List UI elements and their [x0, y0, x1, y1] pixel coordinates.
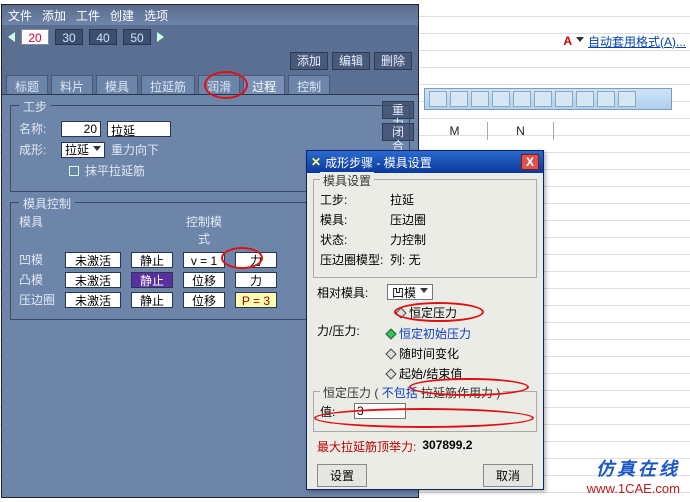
- form-label: 成形:: [19, 141, 55, 158]
- const-pressure-legend: 恒定压力 ( 不包括 拉延筋作用力 ): [320, 384, 503, 401]
- relative-mold-dropdown[interactable]: 凹模: [387, 284, 433, 300]
- ribbon-toolbar: [424, 88, 672, 110]
- dialog-button-row: 设置 取消: [307, 458, 543, 493]
- prev-icon[interactable]: [8, 32, 15, 42]
- ribbon-fragment: A 自动套用格式(A)...: [563, 30, 686, 52]
- gravity-down-label: 重力向下: [111, 141, 159, 158]
- next-icon[interactable]: [157, 32, 164, 42]
- menu-create[interactable]: 创建: [110, 7, 134, 23]
- name-number[interactable]: 20: [61, 121, 101, 137]
- add-button[interactable]: 添加: [290, 52, 328, 70]
- tool-icon[interactable]: [513, 91, 531, 107]
- max-force-value: 307899.2: [422, 438, 472, 455]
- page-30[interactable]: 30: [55, 29, 83, 45]
- delete-button[interactable]: 删除: [374, 52, 412, 70]
- app-x-icon: ✕: [311, 155, 321, 169]
- mold-group-legend: 模具控制: [19, 195, 75, 212]
- tab-lube[interactable]: 润滑: [198, 75, 240, 94]
- tab-strip: 标题 料片 模具 拉延筋 润滑 过程 控制: [2, 73, 418, 95]
- autoformat-link[interactable]: 自动套用格式(A)...: [588, 33, 686, 50]
- chevron-down-icon: [420, 288, 428, 296]
- tool-icon[interactable]: [492, 91, 510, 107]
- const-pressure-group: 恒定压力 ( 不包括 拉延筋作用力 ) 值:: [313, 391, 537, 432]
- tool-icon[interactable]: [534, 91, 552, 107]
- tab-drawbead[interactable]: 拉延筋: [141, 75, 195, 94]
- cancel-button[interactable]: 取消: [483, 464, 533, 487]
- tab-control[interactable]: 控制: [288, 75, 330, 94]
- col-n[interactable]: N: [488, 122, 554, 140]
- brand-url: www.1CAE.com: [587, 481, 680, 496]
- footer-watermark: 仿真在线 www.1CAE.com: [587, 455, 680, 496]
- include-link[interactable]: 不包括: [382, 386, 418, 400]
- mold-settings-dialog: ✕ 成形步骤 - 模具设置 X 模具设置 工步:拉延 模具:压边圈 状态:力控制…: [306, 150, 544, 490]
- tab-process[interactable]: 过程: [243, 75, 285, 94]
- tool-icon[interactable]: [618, 91, 636, 107]
- tool-icon[interactable]: [450, 91, 468, 107]
- settings-group-legend: 模具设置: [320, 172, 374, 189]
- menu-file[interactable]: 文件: [8, 7, 32, 23]
- settings-group: 模具设置 工步:拉延 模具:压边圈 状态:力控制 压边圈模型:列: 无: [313, 179, 537, 278]
- tab-sheet[interactable]: 料片: [51, 75, 93, 94]
- max-force-row: 最大拉延筋顶举力: 307899.2: [307, 438, 543, 455]
- tool-icon[interactable]: [597, 91, 615, 107]
- close-icon[interactable]: X: [521, 154, 539, 170]
- flatten-label: 抹平拉延筋: [85, 162, 145, 179]
- tool-icon[interactable]: [471, 91, 489, 107]
- tab-title[interactable]: 标题: [6, 75, 48, 94]
- brand-text: 仿真在线: [587, 455, 680, 481]
- opt-init-pressure[interactable]: 恒定初始压力: [387, 325, 533, 342]
- tool-icon[interactable]: [429, 91, 447, 107]
- menu-work[interactable]: 工件: [76, 7, 100, 23]
- tool-icon[interactable]: [555, 91, 573, 107]
- opt-start-end[interactable]: 起始/结束值: [387, 365, 533, 382]
- col-m[interactable]: M: [422, 122, 488, 140]
- opt-time-var[interactable]: 随时间变化: [387, 345, 533, 362]
- dialog-titlebar[interactable]: ✕ 成形步骤 - 模具设置 X: [307, 151, 543, 173]
- page-20[interactable]: 20: [21, 29, 49, 45]
- p3-cell[interactable]: P = 3: [235, 292, 277, 308]
- max-force-label: 最大拉延筋顶举力:: [317, 438, 416, 455]
- step-group-legend: 工步: [19, 98, 51, 115]
- dialog-title: 成形步骤 - 模具设置: [325, 154, 432, 171]
- menubar: 文件 添加 工件 创建 选项: [2, 5, 418, 25]
- page-number-row: 20 30 40 50: [2, 25, 418, 49]
- edit-button[interactable]: 编辑: [332, 52, 370, 70]
- tool-icon[interactable]: [576, 91, 594, 107]
- value-input[interactable]: [354, 403, 406, 419]
- tab-mold[interactable]: 模具: [96, 75, 138, 94]
- page-50[interactable]: 50: [123, 29, 151, 45]
- text-color-icon[interactable]: A: [563, 34, 572, 48]
- menu-add[interactable]: 添加: [42, 7, 66, 23]
- dropdown-icon[interactable]: [576, 37, 584, 45]
- chevron-down-icon: [93, 146, 101, 154]
- opt-const-pressure[interactable]: 恒定压力: [397, 304, 533, 321]
- set-button[interactable]: 设置: [317, 464, 367, 487]
- page-40[interactable]: 40: [89, 29, 117, 45]
- action-bar: 添加 编辑 删除: [2, 49, 418, 73]
- name-text[interactable]: 拉延: [107, 121, 171, 137]
- menu-option[interactable]: 选项: [144, 7, 168, 23]
- name-label: 名称:: [19, 120, 55, 137]
- flatten-checkbox[interactable]: [69, 166, 79, 176]
- form-dropdown[interactable]: 拉延: [61, 142, 105, 158]
